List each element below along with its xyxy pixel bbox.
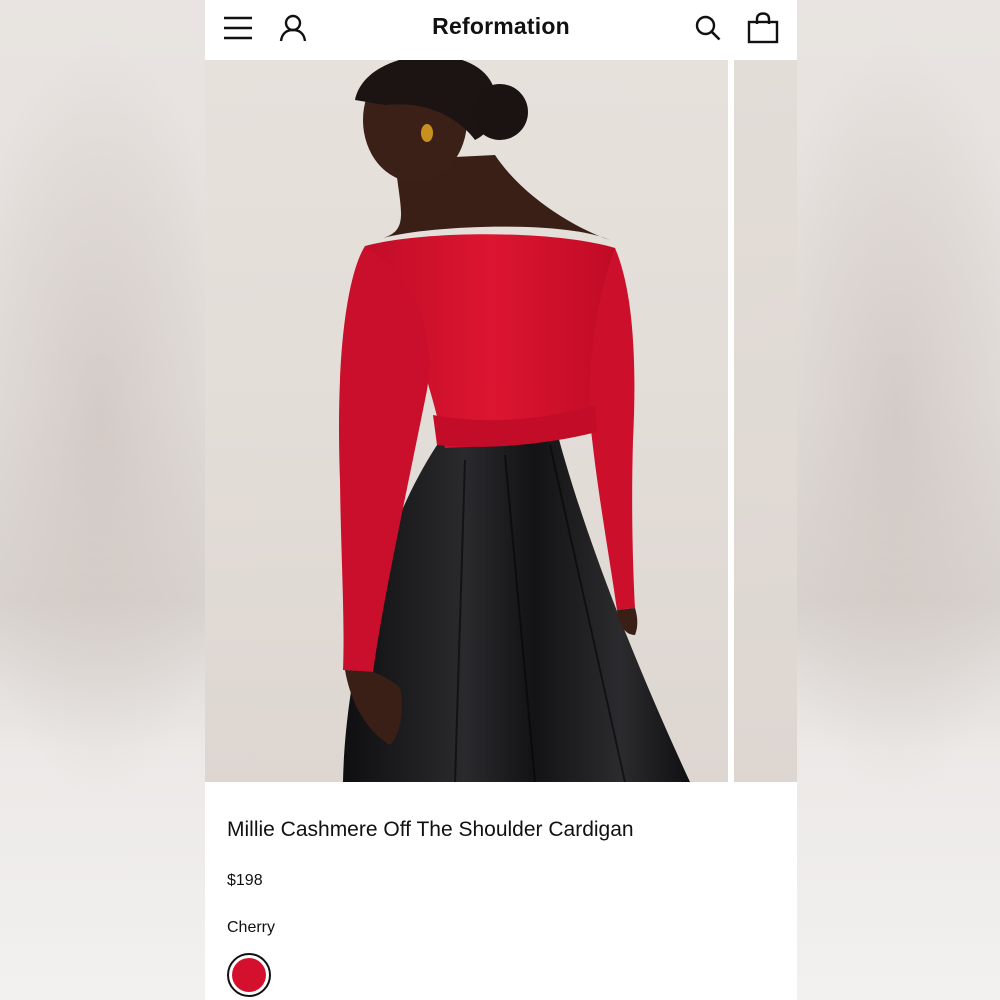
product-price: $198 <box>227 872 263 889</box>
top-navigation-bar: Reformation <box>205 0 797 58</box>
next-product-image[interactable] <box>734 60 797 782</box>
search-icon[interactable] <box>690 10 726 46</box>
product-page: Reformation Millie Cashmere Off The Shou… <box>205 0 797 1000</box>
color-swatch-cherry[interactable] <box>227 953 271 997</box>
model-illustration <box>339 60 690 782</box>
selected-color-name: Cherry <box>227 919 276 936</box>
product-image-carousel[interactable] <box>205 60 797 782</box>
shopping-bag-icon[interactable] <box>745 10 781 46</box>
product-title: Millie Cashmere Off The Shoulder Cardiga… <box>227 818 634 841</box>
color-swatch-fill <box>232 958 266 992</box>
product-image[interactable] <box>205 60 728 782</box>
